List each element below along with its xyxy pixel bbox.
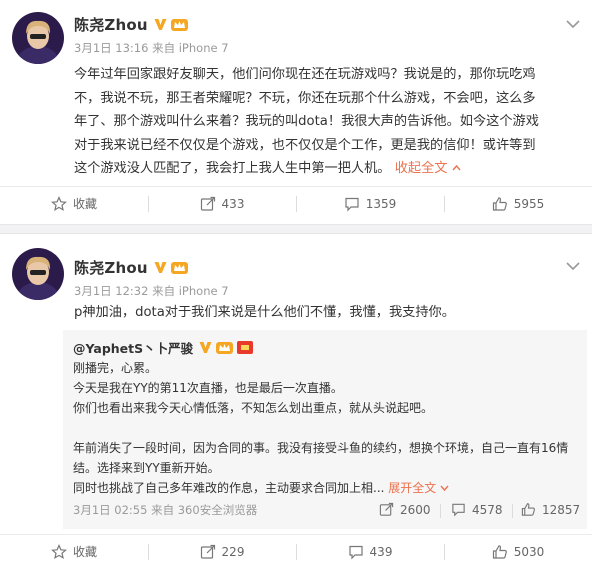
repost-button[interactable]: 433 bbox=[148, 187, 296, 220]
repost-text: 刚播完，心累。 今天是我在YY的第11次直播，也是最后一次直播。 你们也看出来我… bbox=[73, 358, 583, 498]
stat-divider bbox=[440, 504, 441, 518]
text-line: p神加油，dota对于我们来说是什么他们不懂，我懂，我支持你。 bbox=[74, 305, 455, 320]
vip-crown-icon bbox=[170, 261, 188, 274]
comment-icon bbox=[348, 545, 363, 559]
repost-count: 229 bbox=[221, 544, 245, 559]
verified-v-icon bbox=[199, 341, 212, 353]
chevron-down-icon[interactable] bbox=[566, 19, 580, 29]
chevron-down-icon[interactable] bbox=[566, 261, 580, 271]
repost-like-stat[interactable]: 12857 bbox=[521, 502, 580, 517]
action-bar: 收藏 229 439 5030 bbox=[0, 534, 592, 568]
like-button[interactable]: 5030 bbox=[444, 535, 592, 568]
text-line: 不，我说不玩，那王者荣耀呢？不玩，你还在玩那个什么游戏，不会吧，这么多 bbox=[74, 90, 536, 106]
chevron-up-icon bbox=[452, 164, 461, 171]
post-meta: 3月1日 12:32 来自 iPhone 7 bbox=[74, 284, 229, 298]
comment-count: 439 bbox=[369, 544, 393, 559]
repost-line: 刚播完，心累。 bbox=[73, 361, 158, 375]
thumbs-up-icon bbox=[492, 196, 507, 211]
repost-comment-stat[interactable]: 4578 bbox=[451, 502, 503, 517]
text-line: 对于我来说已经不仅仅是个游戏，也不仅仅是个工作，更是我的信仰！或许等到 bbox=[74, 137, 536, 153]
vip-crown-icon bbox=[216, 341, 234, 354]
like-count: 5955 bbox=[513, 196, 545, 211]
text-line: 这个游戏没人匹配了，我会打上我人生中第一把人机。 bbox=[74, 161, 391, 176]
repost-line: 你们也看出来我今天心情低落，不知怎么划出重点，就从头说起吧。 bbox=[73, 401, 434, 415]
repost-meta: 3月1日 02:55 来自 360安全浏览器 bbox=[73, 503, 258, 517]
repost-line: 今天是我在YY的第11次直播，也是最后一次直播。 bbox=[73, 381, 343, 395]
repost-icon bbox=[379, 502, 394, 516]
comment-icon bbox=[452, 503, 465, 517]
weibo-post-2: 陈尧Zhou 3月1日 12:32 来自 iPhone 7 p神加油，dota对… bbox=[0, 234, 592, 570]
repost-comment-count: 4578 bbox=[472, 502, 503, 517]
stat-divider bbox=[512, 504, 513, 518]
star-icon bbox=[51, 195, 67, 211]
post-text: 今年过年回家跟好友聊天，他们问你现在还在玩游戏吗？我说是的，那你玩吃鸡 不，我说… bbox=[74, 63, 584, 181]
star-icon bbox=[51, 543, 67, 559]
repost-line: 年前消失了一段时间，因为合同的事。我没有接受斗鱼的续约，想换个环境，自己一直有1… bbox=[73, 441, 569, 455]
text-line: 年了、那个游戏叫什么来着？我玩的叫dota！我很大声的告诉他。如今这个游戏 bbox=[74, 114, 539, 129]
like-button[interactable]: 5955 bbox=[444, 187, 592, 220]
expand-link[interactable]: 展开全文 bbox=[388, 481, 449, 495]
post-meta: 3月1日 13:16 来自 iPhone 7 bbox=[74, 41, 229, 55]
repost-repost-count: 2600 bbox=[400, 502, 431, 517]
repost-line bbox=[73, 418, 583, 438]
chevron-down-icon bbox=[440, 485, 449, 492]
repost-icon bbox=[200, 544, 215, 559]
favorite-label: 收藏 bbox=[72, 197, 97, 211]
thumbs-up-icon bbox=[521, 503, 535, 516]
comment-button[interactable]: 439 bbox=[296, 535, 444, 568]
repost-like-count: 12857 bbox=[542, 502, 581, 517]
verified-v-icon bbox=[154, 261, 167, 273]
repost-count: 433 bbox=[221, 196, 245, 211]
author-name[interactable]: 陈尧Zhou bbox=[74, 14, 148, 35]
thumbs-up-icon bbox=[492, 544, 507, 559]
collapse-link[interactable]: 收起全文 bbox=[395, 161, 461, 176]
favorite-label: 收藏 bbox=[72, 545, 97, 559]
repost-button[interactable]: 229 bbox=[148, 535, 296, 568]
repost-line: 同时也挑战了自己多年难改的作息，主动要求合同加上相... bbox=[73, 481, 385, 495]
red-badge-icon bbox=[237, 340, 254, 354]
text-line: 今年过年回家跟好友聊天，他们问你现在还在玩游戏吗？我说是的，那你玩吃鸡 bbox=[74, 67, 536, 82]
verified-v-icon bbox=[154, 18, 167, 30]
post-divider bbox=[0, 224, 592, 234]
comment-icon bbox=[345, 197, 359, 211]
favorite-button[interactable]: 收藏 bbox=[0, 187, 148, 220]
repost-icon bbox=[200, 196, 215, 211]
avatar[interactable] bbox=[12, 248, 64, 300]
repost-repost-stat[interactable]: 2600 bbox=[379, 502, 431, 517]
favorite-button[interactable]: 收藏 bbox=[0, 535, 148, 568]
author-name[interactable]: 陈尧Zhou bbox=[74, 257, 148, 278]
reposted-weibo[interactable]: @YaphetS丶卜严骏 刚播完，心累。 今天是我在YY的第11次直播，也是最后… bbox=[63, 330, 587, 529]
repost-author[interactable]: @YaphetS丶卜严骏 bbox=[73, 338, 193, 357]
like-count: 5030 bbox=[513, 544, 545, 559]
comment-count: 1359 bbox=[365, 196, 397, 211]
weibo-post-1: 陈尧Zhou 3月1日 13:16 来自 iPhone 7 今年过年回家跟好友聊… bbox=[0, 0, 592, 224]
post-text: p神加油，dota对于我们来说是什么他们不懂，我懂，我支持你。 bbox=[74, 301, 584, 325]
vip-crown-icon bbox=[170, 18, 188, 31]
action-bar: 收藏 433 1359 5955 bbox=[0, 186, 592, 220]
repost-line: 结。选择来到YY重新开始。 bbox=[73, 461, 220, 475]
comment-button[interactable]: 1359 bbox=[296, 187, 444, 220]
avatar[interactable] bbox=[12, 12, 64, 64]
